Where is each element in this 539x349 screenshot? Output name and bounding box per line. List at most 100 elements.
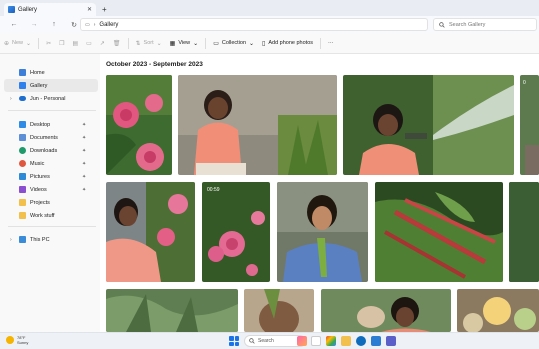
sidebar-item-label: Gallery	[30, 82, 48, 89]
tab-gallery-icon	[8, 6, 15, 13]
sidebar-divider	[8, 226, 96, 227]
sidebar-item-label: Projects	[30, 199, 50, 206]
sort-button[interactable]: ⇅ Sort ⌄	[132, 36, 166, 50]
delete-button[interactable]: 🗑	[109, 36, 125, 50]
taskbar-search-label: Search	[258, 338, 274, 344]
sidebar-item-projects[interactable]: Projects	[0, 196, 100, 209]
sidebar-item-pictures[interactable]: Pictures ✦	[0, 170, 100, 183]
pin-icon: ✦	[82, 121, 87, 128]
sidebar-item-work-stuff[interactable]: Work stuff	[0, 209, 100, 222]
photo-thumbnail[interactable]	[343, 75, 514, 175]
photo-thumbnail[interactable]	[457, 289, 539, 332]
tab-gallery[interactable]: Gallery ✕	[4, 3, 96, 16]
sidebar-item-gallery[interactable]: Gallery	[4, 79, 98, 92]
sidebar-item-videos[interactable]: Videos ✦	[0, 183, 100, 196]
rename-button[interactable]: ▭	[82, 36, 96, 50]
collection-button[interactable]: ▭ Collection ⌄	[209, 36, 258, 50]
pin-icon: ✦	[82, 147, 87, 154]
sun-icon	[6, 336, 14, 344]
new-label: New	[12, 40, 24, 46]
photo-thumbnail[interactable]: 0	[520, 75, 539, 175]
sidebar-item-onedrive[interactable]: › Jun - Personal	[0, 92, 100, 105]
browser-icon[interactable]	[326, 336, 336, 346]
photo-thumbnail[interactable]	[375, 182, 503, 282]
folder-icon	[19, 212, 26, 219]
view-label: View	[178, 40, 191, 46]
copy-button[interactable]: ❐	[55, 36, 68, 50]
taskbar: 78°F Sunny Search	[0, 332, 539, 349]
more-options-button[interactable]: ···	[324, 36, 338, 50]
photo-thumbnail[interactable]	[106, 182, 195, 282]
documents-icon	[19, 134, 26, 141]
photo-thumbnail[interactable]	[509, 182, 539, 282]
photo-thumbnail[interactable]	[277, 182, 368, 282]
desktop-icon	[19, 121, 26, 128]
gallery-icon	[19, 82, 26, 89]
sidebar-item-desktop[interactable]: Desktop ✦	[0, 118, 100, 131]
teams-icon[interactable]	[386, 336, 396, 346]
photo-thumbnail[interactable]	[321, 289, 451, 332]
share-button[interactable]: ↗	[96, 36, 109, 50]
sidebar-item-downloads[interactable]: Downloads ✦	[0, 144, 100, 157]
sidebar-item-label: Pictures	[30, 173, 50, 180]
video-thumbnail[interactable]: 00:59	[202, 182, 270, 282]
sidebar-item-home[interactable]: Home	[0, 66, 100, 79]
up-icon[interactable]: ↑	[48, 21, 60, 28]
address-row: ← → ↑ ↻ ▭ › Gallery	[0, 16, 539, 33]
search-input[interactable]	[449, 21, 529, 28]
pin-icon: ✦	[82, 134, 87, 141]
folder-icon	[19, 199, 26, 206]
search-box[interactable]	[433, 18, 537, 31]
photo-thumbnail[interactable]	[106, 289, 238, 332]
sort-icon: ⇅	[135, 40, 141, 47]
sort-label: Sort	[143, 40, 154, 46]
chevron-down-icon: ⌄	[249, 40, 255, 47]
new-button[interactable]: ⊕ New ⌄	[0, 36, 35, 50]
paste-button[interactable]: ▤	[69, 36, 83, 50]
copilot-icon[interactable]	[297, 336, 307, 346]
pin-icon: ✦	[82, 186, 87, 193]
tab-close-icon[interactable]: ✕	[87, 6, 92, 13]
command-bar: ⊕ New ⌄ ✂ ❐ ▤ ▭ ↗ 🗑 ⇅ Sort ⌄ ▦ View ⌄ ▭ Collect…	[0, 33, 539, 54]
refresh-icon[interactable]: ↻	[68, 21, 80, 29]
back-icon[interactable]: ←	[8, 21, 20, 28]
chevron-right-icon[interactable]: ›	[10, 96, 12, 102]
photo-thumbnail[interactable]	[106, 75, 172, 175]
computer-icon: ▭	[85, 21, 90, 28]
title-bar: Gallery ✕ +	[0, 0, 539, 16]
collection-icon: ▭	[213, 40, 219, 47]
photo-thumbnail[interactable]	[178, 75, 337, 175]
add-phone-photos-button[interactable]: ▯ Add phone photos	[258, 36, 317, 50]
new-tab-button[interactable]: +	[102, 5, 107, 14]
weather-widget[interactable]: 78°F Sunny	[6, 335, 28, 345]
chevron-right-icon[interactable]: ›	[10, 237, 12, 243]
navigation-pane: Home Gallery › Jun - Personal Desktop ✦ …	[0, 54, 100, 332]
store-icon[interactable]	[371, 336, 381, 346]
chevron-down-icon: ⌄	[26, 40, 32, 47]
forward-icon[interactable]: →	[28, 21, 40, 28]
sidebar-item-label: This PC	[30, 236, 50, 243]
music-icon	[19, 160, 26, 167]
sidebar-item-label: Music	[30, 160, 45, 167]
home-icon	[19, 69, 26, 76]
sidebar-item-label: Documents	[30, 134, 58, 141]
sidebar-item-this-pc[interactable]: › This PC	[0, 233, 100, 246]
cut-button[interactable]: ✂	[42, 36, 55, 50]
paste-icon: ▤	[72, 40, 79, 47]
task-view-icon[interactable]	[311, 336, 321, 346]
address-bar[interactable]: ▭ › Gallery	[80, 18, 428, 31]
file-explorer-icon[interactable]	[341, 336, 351, 346]
chevron-down-icon: ⌄	[193, 40, 199, 47]
edge-icon[interactable]	[356, 336, 366, 346]
photo-thumbnail[interactable]	[244, 289, 314, 332]
share-icon: ↗	[99, 40, 105, 47]
downloads-icon	[19, 147, 26, 154]
tab-title: Gallery	[18, 6, 38, 13]
chevron-right-icon: ›	[93, 21, 96, 28]
sidebar-item-documents[interactable]: Documents ✦	[0, 131, 100, 144]
sidebar-item-label: Downloads	[30, 147, 58, 154]
more-icon: ···	[328, 40, 334, 46]
view-button[interactable]: ▦ View ⌄	[166, 36, 203, 50]
windows-start-icon[interactable]	[229, 336, 239, 346]
sidebar-item-music[interactable]: Music ✦	[0, 157, 100, 170]
